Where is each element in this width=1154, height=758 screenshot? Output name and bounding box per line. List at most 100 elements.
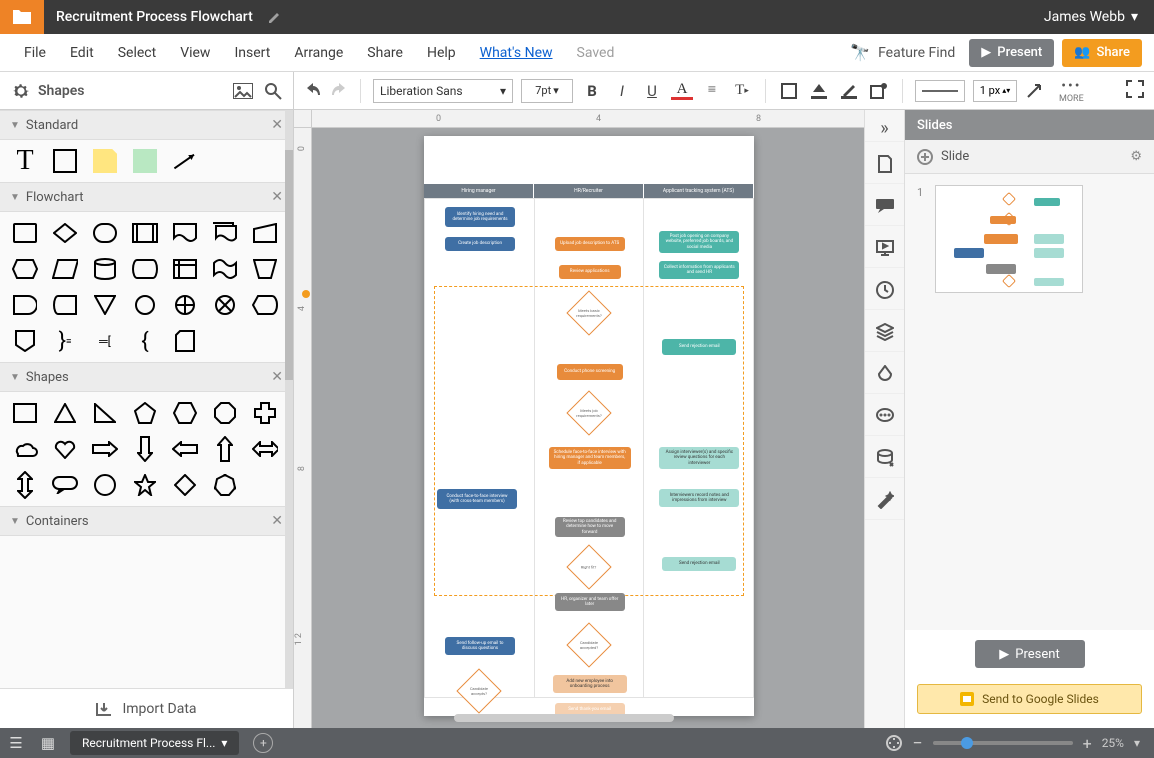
theme-icon[interactable] [865, 354, 905, 394]
user-menu[interactable]: James Webb ▾ [1028, 9, 1154, 25]
node-d1[interactable]: Meets basic requirements? [566, 290, 611, 335]
close-icon[interactable]: ✕ [271, 117, 283, 133]
send-google-slides-button[interactable]: Send to Google Slides [917, 684, 1142, 714]
canvas-scrollbar[interactable] [454, 714, 674, 722]
section-containers[interactable]: ▼ Containers ✕ [0, 506, 293, 536]
target-icon[interactable] [886, 735, 902, 751]
undo-icon[interactable] [304, 82, 322, 100]
note-shape[interactable] [92, 148, 118, 174]
node-g1[interactable]: Review top candidates and determine how … [555, 517, 625, 537]
panel-present-button[interactable]: ▶ Present [975, 640, 1085, 668]
s-arrow-up[interactable] [212, 436, 238, 462]
menu-select[interactable]: Select [106, 45, 168, 61]
fill-color-button[interactable] [808, 80, 830, 102]
zoom-value[interactable]: 25% [1102, 736, 1124, 750]
zoom-slider[interactable] [933, 741, 1073, 745]
share-button[interactable]: 👥 Share [1062, 39, 1142, 67]
square-shape[interactable] [52, 148, 78, 174]
fc-predefined[interactable] [132, 220, 158, 246]
menu-file[interactable]: File [12, 45, 58, 61]
collapse-panel-icon[interactable]: » [865, 116, 905, 142]
close-icon[interactable]: ✕ [271, 369, 283, 385]
s-pentagon[interactable] [132, 400, 158, 426]
fc-offpage[interactable] [12, 328, 38, 354]
add-page-button[interactable]: + [253, 733, 273, 753]
menu-whats-new[interactable]: What's New [468, 45, 565, 61]
page[interactable]: Hiring manager HR/Recruiter Applicant tr… [424, 136, 754, 716]
s-arrow-left[interactable] [172, 436, 198, 462]
shape-fill-button[interactable] [778, 80, 800, 102]
fc-merge[interactable] [92, 292, 118, 318]
slide-thumbnail[interactable] [935, 185, 1083, 293]
s-heart[interactable] [52, 436, 78, 462]
line-arrow-button[interactable] [1025, 80, 1047, 102]
fc-terminator[interactable] [92, 220, 118, 246]
italic-button[interactable]: I [611, 80, 633, 102]
add-slide-icon[interactable] [917, 149, 933, 165]
fc-preparation[interactable] [12, 256, 38, 282]
image-icon[interactable] [233, 81, 253, 101]
comment-icon[interactable] [865, 186, 905, 226]
s-callout[interactable] [52, 472, 78, 498]
magic-icon[interactable] [865, 480, 905, 520]
node-d3[interactable]: Right fit? [566, 544, 611, 589]
fc-delay[interactable] [12, 292, 38, 318]
node-t5[interactable]: Interviewers record notes and impression… [659, 489, 739, 507]
fc-manual-input[interactable] [252, 220, 278, 246]
s-arrow-right[interactable] [92, 436, 118, 462]
s-rect[interactable] [12, 400, 38, 426]
node-o1[interactable]: Upload job description to ATS [555, 237, 625, 251]
line-width-select[interactable]: 1 px▴▾ [973, 80, 1017, 102]
page-icon[interactable] [865, 144, 905, 184]
present-button[interactable]: ▶ Present [969, 39, 1054, 67]
node-b2[interactable]: Create job description [445, 237, 515, 251]
s-arrow-down[interactable] [132, 436, 158, 462]
shape-options-button[interactable] [868, 80, 890, 102]
node-b3[interactable]: Send follow-up email to discuss question… [445, 637, 515, 655]
fc-note[interactable]: ═[ [92, 328, 118, 354]
line-color-button[interactable] [838, 80, 860, 102]
line-style-select[interactable] [915, 80, 965, 102]
s-circle[interactable] [92, 472, 118, 498]
import-data-button[interactable]: Import Data [0, 688, 293, 728]
node-b1[interactable]: Identify hiring need and determine job r… [445, 207, 515, 227]
node-d2[interactable]: Meets job requirements? [566, 390, 611, 435]
zoom-out-button[interactable]: − [912, 733, 922, 754]
section-standard[interactable]: ▼ Standard ✕ [0, 110, 293, 140]
panel-scrollbar[interactable] [285, 110, 293, 688]
align-button[interactable]: ≡ [701, 80, 723, 102]
fc-internal[interactable] [172, 256, 198, 282]
fc-multidoc[interactable] [212, 220, 238, 246]
close-icon[interactable]: ✕ [271, 513, 283, 529]
font-select[interactable]: Liberation Sans▾ [373, 79, 513, 103]
fc-manual-op[interactable] [252, 256, 278, 282]
s-arrow-ud[interactable] [12, 472, 38, 498]
node-t3[interactable]: Send rejection email [662, 339, 736, 355]
fc-directdata[interactable] [132, 256, 158, 282]
more-button[interactable]: ••• MORE [1059, 78, 1084, 104]
search-icon[interactable] [263, 81, 283, 101]
s-arrow-lr[interactable] [252, 436, 278, 462]
bold-button[interactable]: B [581, 80, 603, 102]
fc-brace-right[interactable]: }≡ [52, 328, 78, 354]
fc-card[interactable] [172, 328, 198, 354]
fc-paper-tape[interactable] [212, 256, 238, 282]
menu-share[interactable]: Share [355, 45, 415, 61]
node-d5[interactable]: Candidate accepts? [456, 668, 501, 713]
node-b4[interactable]: Conduct face-to-face interview (with cro… [437, 489, 517, 509]
fc-sum[interactable] [212, 292, 238, 318]
edit-title-icon[interactable] [269, 11, 281, 23]
chat-icon[interactable] [865, 396, 905, 436]
fc-document[interactable] [172, 220, 198, 246]
node-p1[interactable]: Add new employee into onboarding process [553, 675, 627, 693]
fc-database[interactable] [92, 256, 118, 282]
grid-view-icon[interactable]: ▦ [32, 734, 64, 752]
text-style-button[interactable]: T▸ [731, 80, 753, 102]
layers-icon[interactable] [865, 312, 905, 352]
node-g2[interactable]: HR, organizer and team offer later [555, 593, 625, 611]
node-t2[interactable]: Collect information from applicants and … [659, 261, 739, 279]
zoom-in-button[interactable]: + [1083, 734, 1092, 753]
menu-insert[interactable]: Insert [222, 45, 282, 61]
fc-stored[interactable] [52, 292, 78, 318]
menu-edit[interactable]: Edit [58, 45, 106, 61]
